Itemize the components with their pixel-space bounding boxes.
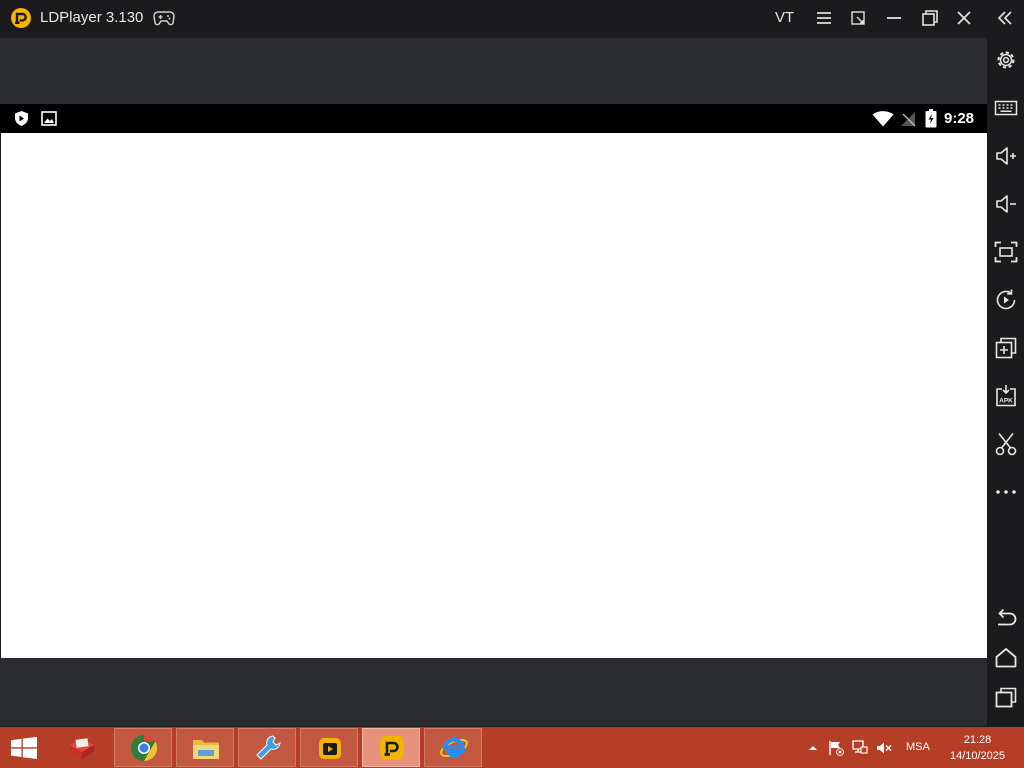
taskbar-app-tool[interactable] [238, 728, 296, 767]
minimize-icon[interactable] [882, 6, 906, 30]
vt-label[interactable]: VT [775, 8, 794, 28]
screenshot-icon[interactable] [993, 431, 1019, 457]
wifi-icon [872, 111, 894, 127]
taskbar-app-ld-store[interactable] [300, 728, 358, 767]
taskbar-app-file-explorer[interactable] [176, 728, 234, 767]
fullscreen-icon[interactable] [993, 239, 1019, 265]
home-icon[interactable] [993, 645, 1019, 671]
right-toolbar: APK [987, 36, 1024, 726]
android-app-content[interactable] [1, 133, 987, 658]
status-time: 9:28 [944, 110, 975, 127]
svg-text:APK: APK [999, 398, 1013, 405]
internet-explorer-icon [440, 737, 468, 758]
more-icon[interactable] [993, 479, 1019, 505]
volume-muted-icon[interactable] [876, 740, 892, 756]
folder-red-icon [70, 738, 94, 759]
keyboard-icon[interactable] [993, 95, 1019, 121]
menu-icon[interactable] [812, 6, 836, 30]
resize-icon[interactable] [846, 6, 870, 30]
ld-store-icon [319, 738, 341, 759]
settings-icon[interactable] [993, 47, 1019, 73]
rotate-icon[interactable] [993, 287, 1019, 313]
action-center-flag-icon[interactable] [828, 740, 844, 756]
ldplayer-logo-icon [10, 7, 32, 29]
windows-taskbar: MSA 21:28 14/10/2025 [0, 727, 1024, 768]
no-signal-icon [900, 111, 916, 127]
taskbar-app-internet-explorer[interactable] [424, 728, 482, 767]
image-icon [41, 111, 57, 126]
android-status-bar: 9:28 [0, 104, 987, 133]
emulator-top-frame [0, 38, 987, 104]
window-title: LDPlayer 3.130 [40, 9, 144, 26]
clock-time: 21:28 [963, 734, 992, 746]
windows-start-icon[interactable] [10, 737, 38, 759]
volume-up-icon[interactable] [993, 143, 1019, 169]
close-icon[interactable] [952, 6, 976, 30]
taskbar-app-ldplayer[interactable] [362, 728, 420, 767]
back-icon[interactable] [993, 605, 1019, 631]
chrome-icon [131, 734, 158, 762]
title-bar: LDPlayer 3.130 VT [0, 0, 1024, 36]
clock-date: 14/10/2025 [949, 750, 1006, 762]
emulator-bottom-frame [0, 658, 987, 726]
taskbar-clock[interactable]: 21:28 14/10/2025 [945, 732, 1010, 764]
input-language[interactable]: MSA [906, 741, 930, 753]
gamepad-icon[interactable] [153, 9, 175, 27]
file-explorer-icon [193, 740, 219, 759]
shield-icon [13, 110, 30, 127]
collapse-sidebar-icon[interactable] [993, 6, 1017, 30]
show-hidden-icons-icon[interactable] [805, 740, 821, 756]
recent-apps-icon[interactable] [993, 685, 1019, 711]
battery-charging-icon [925, 109, 937, 128]
restore-icon[interactable] [918, 6, 942, 30]
taskbar-app-folder-red[interactable] [52, 728, 110, 767]
tool-icon [256, 735, 281, 760]
ldplayer-icon [380, 736, 404, 760]
multi-instance-icon[interactable] [993, 335, 1019, 361]
taskbar-app-chrome[interactable] [114, 728, 172, 767]
volume-down-icon[interactable] [993, 191, 1019, 217]
apk-install-icon[interactable]: APK [993, 383, 1019, 409]
network-icon[interactable] [852, 740, 868, 756]
